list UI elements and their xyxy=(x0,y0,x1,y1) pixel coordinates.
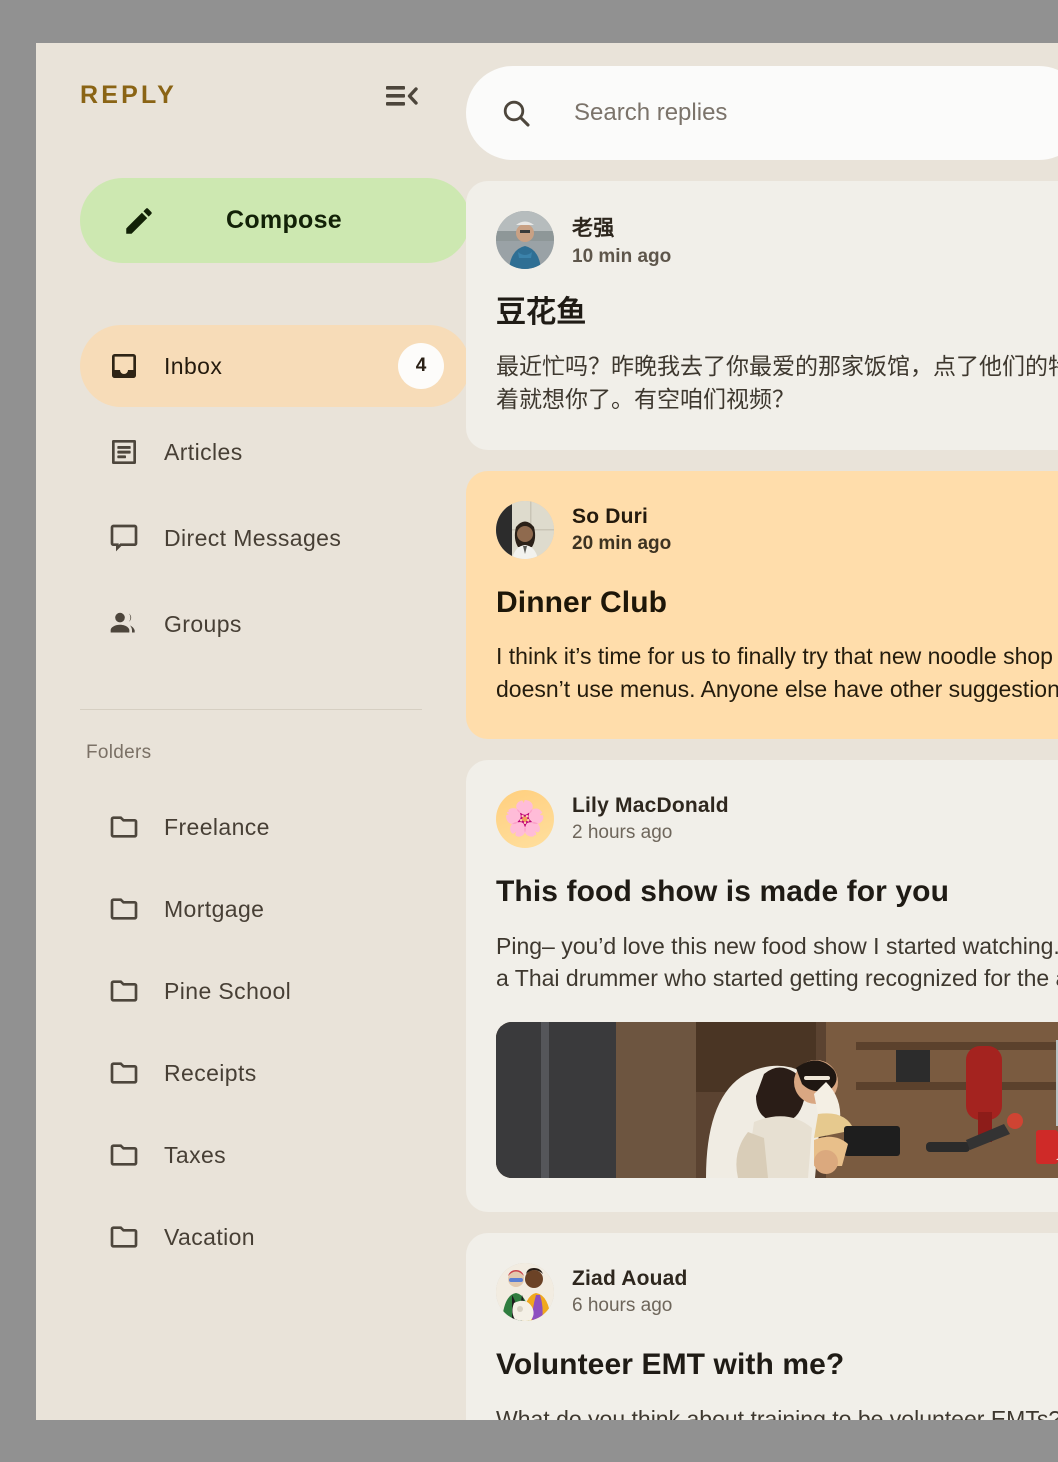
chat-bubble-icon xyxy=(108,522,152,554)
folder-label: Pine School xyxy=(164,977,292,1004)
message-preview: 最近忙吗？昨晚我去了你最爱的那家饭馆，点了他们的特色 着就想你了。有空咱们视频？ xyxy=(496,353,1058,413)
folder-label: Freelance xyxy=(164,813,270,840)
sidebar-folder-vacation[interactable]: Vacation xyxy=(80,1196,470,1278)
folders-heading: Folders xyxy=(86,742,152,763)
folder-icon xyxy=(108,1139,152,1171)
sidebar-item-label: Direct Messages xyxy=(164,524,342,551)
avatar xyxy=(496,500,554,559)
sender-name: 老强 xyxy=(572,217,615,240)
sidebar-item-inbox[interactable]: Inbox 4 xyxy=(80,325,470,407)
message-list: 老强 10 min ago 豆花鱼 最近忙吗？昨晚我去了你最爱的那家饭馆，点了他… xyxy=(466,181,1058,1420)
folder-label: Vacation xyxy=(164,1223,255,1250)
brand-title: REPLY xyxy=(80,81,178,109)
sidebar-folder-mortgage[interactable]: Mortgage xyxy=(80,868,470,950)
sidebar-item-articles[interactable]: Articles xyxy=(80,411,470,493)
message-card[interactable]: So Duri 20 min ago Dinner Club I think i… xyxy=(466,470,1058,740)
search-bar[interactable] xyxy=(466,66,1058,160)
message-card[interactable]: 老强 10 min ago 豆花鱼 最近忙吗？昨晚我去了你最爱的那家饭馆，点了他… xyxy=(466,181,1058,450)
app-window: REPLY Compose Inbox 4 Articles Direct Me… xyxy=(36,43,1058,1420)
sender-block: So Duri 20 min ago xyxy=(572,505,671,555)
message-subject: Volunteer EMT with me? xyxy=(496,1348,845,1382)
sender-name: So Duri xyxy=(572,504,649,528)
folder-list: Freelance Mortgage Pine School Receipts xyxy=(58,786,444,1278)
message-subject: This food show is made for you xyxy=(496,875,950,909)
message-subject: 豆花鱼 xyxy=(496,296,587,329)
avatar xyxy=(496,211,554,269)
card-header: 老强 10 min ago xyxy=(496,211,1056,269)
flower-emoji-icon: 🌸 xyxy=(503,800,547,839)
folder-icon xyxy=(108,1221,152,1253)
folder-icon xyxy=(108,1057,152,1089)
primary-nav: Inbox 4 Articles Direct Messages Groups xyxy=(58,325,470,665)
message-card[interactable]: Ziad Aouad 6 hours ago Volunteer EMT wit… xyxy=(466,1233,1058,1420)
pencil-icon xyxy=(122,204,160,238)
search-input[interactable] xyxy=(552,99,1052,127)
folder-label: Receipts xyxy=(164,1059,257,1086)
message-subject: Dinner Club xyxy=(496,585,668,619)
card-header: Ziad Aouad 6 hours ago xyxy=(496,1263,1056,1322)
folder-icon xyxy=(108,893,152,925)
compose-button[interactable]: Compose xyxy=(80,178,470,263)
sidebar-folder-freelance[interactable]: Freelance xyxy=(80,786,470,868)
folder-icon xyxy=(108,811,152,843)
sidebar-item-label: Articles xyxy=(164,438,243,465)
sidebar-folder-receipts[interactable]: Receipts xyxy=(80,1032,470,1114)
folder-icon xyxy=(108,975,152,1007)
sidebar-header: REPLY xyxy=(58,43,444,148)
compose-label: Compose xyxy=(225,206,342,234)
sender-name: Ziad Aouad xyxy=(572,1267,688,1291)
article-icon xyxy=(108,436,152,468)
sender-block: Lily MacDonald 2 hours ago xyxy=(572,794,729,844)
people-group-icon xyxy=(108,608,152,640)
timestamp: 2 hours ago xyxy=(572,822,673,844)
sidebar-divider xyxy=(80,709,422,710)
card-header: So Duri 20 min ago xyxy=(496,500,1056,559)
message-preview: Ping– you’d love this new food show I st… xyxy=(496,932,1058,992)
sidebar-item-label: Groups xyxy=(164,610,242,637)
menu-collapse-icon[interactable] xyxy=(382,76,422,116)
sender-block: Ziad Aouad 6 hours ago xyxy=(572,1267,688,1317)
sidebar: REPLY Compose Inbox 4 Articles Direct Me… xyxy=(36,43,470,1420)
sender-block: 老强 10 min ago xyxy=(572,212,671,268)
folder-label: Taxes xyxy=(164,1141,227,1168)
timestamp: 20 min ago xyxy=(572,532,672,554)
card-header: 🌸 Lily MacDonald 2 hours ago xyxy=(496,790,1056,849)
folder-label: Mortgage xyxy=(164,895,265,922)
sender-name: Lily MacDonald xyxy=(572,794,729,818)
sidebar-item-label: Inbox xyxy=(164,352,223,379)
message-preview: I think it’s time for us to finally try … xyxy=(496,643,1058,702)
inbox-icon xyxy=(108,350,152,382)
message-card[interactable]: 🌸 Lily MacDonald 2 hours ago This food s… xyxy=(466,760,1058,1213)
avatar xyxy=(496,1263,554,1322)
search-icon xyxy=(500,97,552,129)
timestamp: 6 hours ago xyxy=(572,1295,673,1317)
message-list-pane: 老强 10 min ago 豆花鱼 最近忙吗？昨晚我去了你最爱的那家饭馆，点了他… xyxy=(466,43,1058,1420)
message-attachment-image[interactable] xyxy=(496,1022,1058,1179)
message-preview: What do you think about training to be v… xyxy=(496,1405,1058,1421)
sidebar-item-direct-messages[interactable]: Direct Messages xyxy=(80,497,470,579)
sidebar-folder-pine-school[interactable]: Pine School xyxy=(80,950,470,1032)
avatar: 🌸 xyxy=(496,790,554,849)
sidebar-item-groups[interactable]: Groups xyxy=(80,583,470,665)
timestamp: 10 min ago xyxy=(572,246,672,267)
inbox-unread-badge: 4 xyxy=(398,343,444,389)
sidebar-folder-taxes[interactable]: Taxes xyxy=(80,1114,470,1196)
